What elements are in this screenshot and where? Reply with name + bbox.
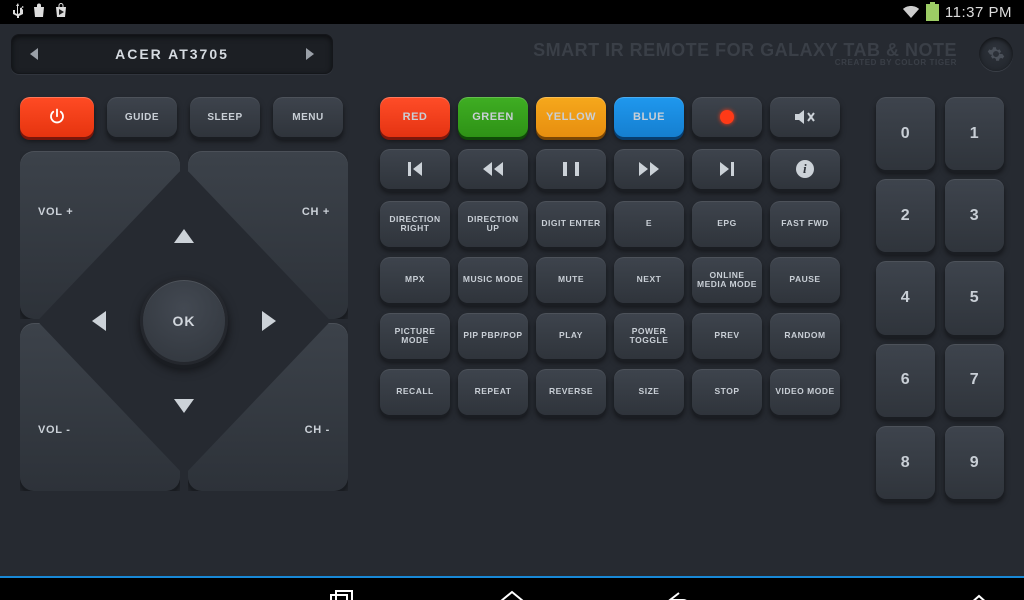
fn-button-video-mode[interactable]: VIDEO MODE bbox=[770, 369, 840, 415]
guide-button[interactable]: GUIDE bbox=[107, 97, 177, 137]
settings-button[interactable] bbox=[979, 37, 1013, 71]
power-icon bbox=[48, 108, 66, 126]
app-title: SMART IR REMOTE FOR GALAXY TAB & NOTE CR… bbox=[533, 41, 957, 67]
fn-button-digit-enter[interactable]: DIGIT ENTER bbox=[536, 201, 606, 247]
recent-apps-button[interactable] bbox=[327, 585, 357, 600]
arrow-left-icon bbox=[92, 311, 106, 331]
numpad-4[interactable]: 4 bbox=[876, 261, 935, 334]
back-icon bbox=[667, 590, 697, 600]
usb-icon bbox=[12, 3, 24, 22]
info-button[interactable]: i bbox=[770, 149, 840, 189]
device-prev-button[interactable] bbox=[16, 39, 52, 69]
rewind-button[interactable] bbox=[458, 149, 528, 189]
green-button[interactable]: GREEN bbox=[458, 97, 528, 137]
arrow-right-icon bbox=[262, 311, 276, 331]
fn-button-size[interactable]: SIZE bbox=[614, 369, 684, 415]
sleep-button[interactable]: SLEEP bbox=[190, 97, 260, 137]
fn-button-random[interactable]: RANDOM bbox=[770, 313, 840, 359]
pause-icon bbox=[563, 162, 579, 176]
forward-icon bbox=[639, 162, 659, 176]
record-icon bbox=[720, 110, 734, 124]
info-icon: i bbox=[796, 160, 814, 178]
pause-button[interactable] bbox=[536, 149, 606, 189]
dpad-down-button[interactable] bbox=[148, 370, 220, 442]
power-button[interactable] bbox=[20, 97, 94, 137]
numpad-1[interactable]: 1 bbox=[945, 97, 1004, 170]
yellow-button[interactable]: YELLOW bbox=[536, 97, 606, 137]
chevron-up-icon bbox=[967, 593, 991, 600]
clock: 11:37 PM bbox=[945, 4, 1012, 21]
fn-button-pause[interactable]: PAUSE bbox=[770, 257, 840, 303]
play-store-icon bbox=[54, 3, 68, 21]
arrow-down-icon bbox=[174, 399, 194, 413]
numpad-8[interactable]: 8 bbox=[876, 426, 935, 499]
home-icon bbox=[498, 589, 526, 600]
dpad-up-button[interactable] bbox=[148, 200, 220, 272]
fn-button-play[interactable]: PLAY bbox=[536, 313, 606, 359]
dpad-left-button[interactable] bbox=[63, 285, 135, 357]
forward-button[interactable] bbox=[614, 149, 684, 189]
fn-button-online-media-mode[interactable]: ONLINE MEDIA MODE bbox=[692, 257, 762, 303]
fn-button-direction-up[interactable]: DIRECTION UP bbox=[458, 201, 528, 247]
recent-apps-icon bbox=[329, 589, 355, 600]
fn-button-fast-fwd[interactable]: FAST FWD bbox=[770, 201, 840, 247]
fn-button-mpx[interactable]: MPX bbox=[380, 257, 450, 303]
record-button[interactable] bbox=[692, 97, 762, 137]
fn-button-prev[interactable]: PREV bbox=[692, 313, 762, 359]
fn-button-direction-right[interactable]: DIRECTION RIGHT bbox=[380, 201, 450, 247]
numpad-5[interactable]: 5 bbox=[945, 261, 1004, 334]
fn-button-music-mode[interactable]: MUSIC MODE bbox=[458, 257, 528, 303]
fn-button-picture-mode[interactable]: PICTURE MODE bbox=[380, 313, 450, 359]
fn-button-mute[interactable]: MUTE bbox=[536, 257, 606, 303]
fn-button-repeat[interactable]: REPEAT bbox=[458, 369, 528, 415]
mute-button[interactable] bbox=[770, 97, 840, 137]
fn-button-stop[interactable]: STOP bbox=[692, 369, 762, 415]
fn-button-pip-pbp-pop[interactable]: PIP PBP/POP bbox=[458, 313, 528, 359]
back-button[interactable] bbox=[667, 585, 697, 600]
dpad-right-button[interactable] bbox=[233, 285, 305, 357]
skip-prev-button[interactable] bbox=[380, 149, 450, 189]
shopping-bag-icon bbox=[32, 3, 46, 21]
numpad-3[interactable]: 3 bbox=[945, 179, 1004, 252]
skip-next-icon bbox=[720, 162, 734, 176]
expand-button[interactable] bbox=[964, 585, 994, 600]
fn-button-reverse[interactable]: REVERSE bbox=[536, 369, 606, 415]
wifi-icon bbox=[902, 5, 920, 19]
skip-next-button[interactable] bbox=[692, 149, 762, 189]
rewind-icon bbox=[483, 162, 503, 176]
numpad-0[interactable]: 0 bbox=[876, 97, 935, 170]
ok-button[interactable]: OK bbox=[140, 277, 228, 365]
arrow-up-icon bbox=[174, 229, 194, 243]
red-button[interactable]: RED bbox=[380, 97, 450, 137]
fn-button-epg[interactable]: EPG bbox=[692, 201, 762, 247]
mute-icon bbox=[794, 109, 816, 125]
fn-button-next[interactable]: NEXT bbox=[614, 257, 684, 303]
numpad-7[interactable]: 7 bbox=[945, 344, 1004, 417]
numpad-2[interactable]: 2 bbox=[876, 179, 935, 252]
blue-button[interactable]: BLUE bbox=[614, 97, 684, 137]
fn-button-power-toggle[interactable]: POWER TOGGLE bbox=[614, 313, 684, 359]
device-name[interactable]: ACER AT3705 bbox=[52, 39, 292, 69]
battery-icon bbox=[926, 4, 939, 21]
home-button[interactable] bbox=[497, 585, 527, 600]
numpad-6[interactable]: 6 bbox=[876, 344, 935, 417]
menu-button[interactable]: MENU bbox=[273, 97, 343, 137]
fn-button-recall[interactable]: RECALL bbox=[380, 369, 450, 415]
numpad-9[interactable]: 9 bbox=[945, 426, 1004, 499]
skip-prev-icon bbox=[408, 162, 422, 176]
fn-button-e[interactable]: E bbox=[614, 201, 684, 247]
device-next-button[interactable] bbox=[292, 39, 328, 69]
gear-icon bbox=[987, 45, 1005, 63]
